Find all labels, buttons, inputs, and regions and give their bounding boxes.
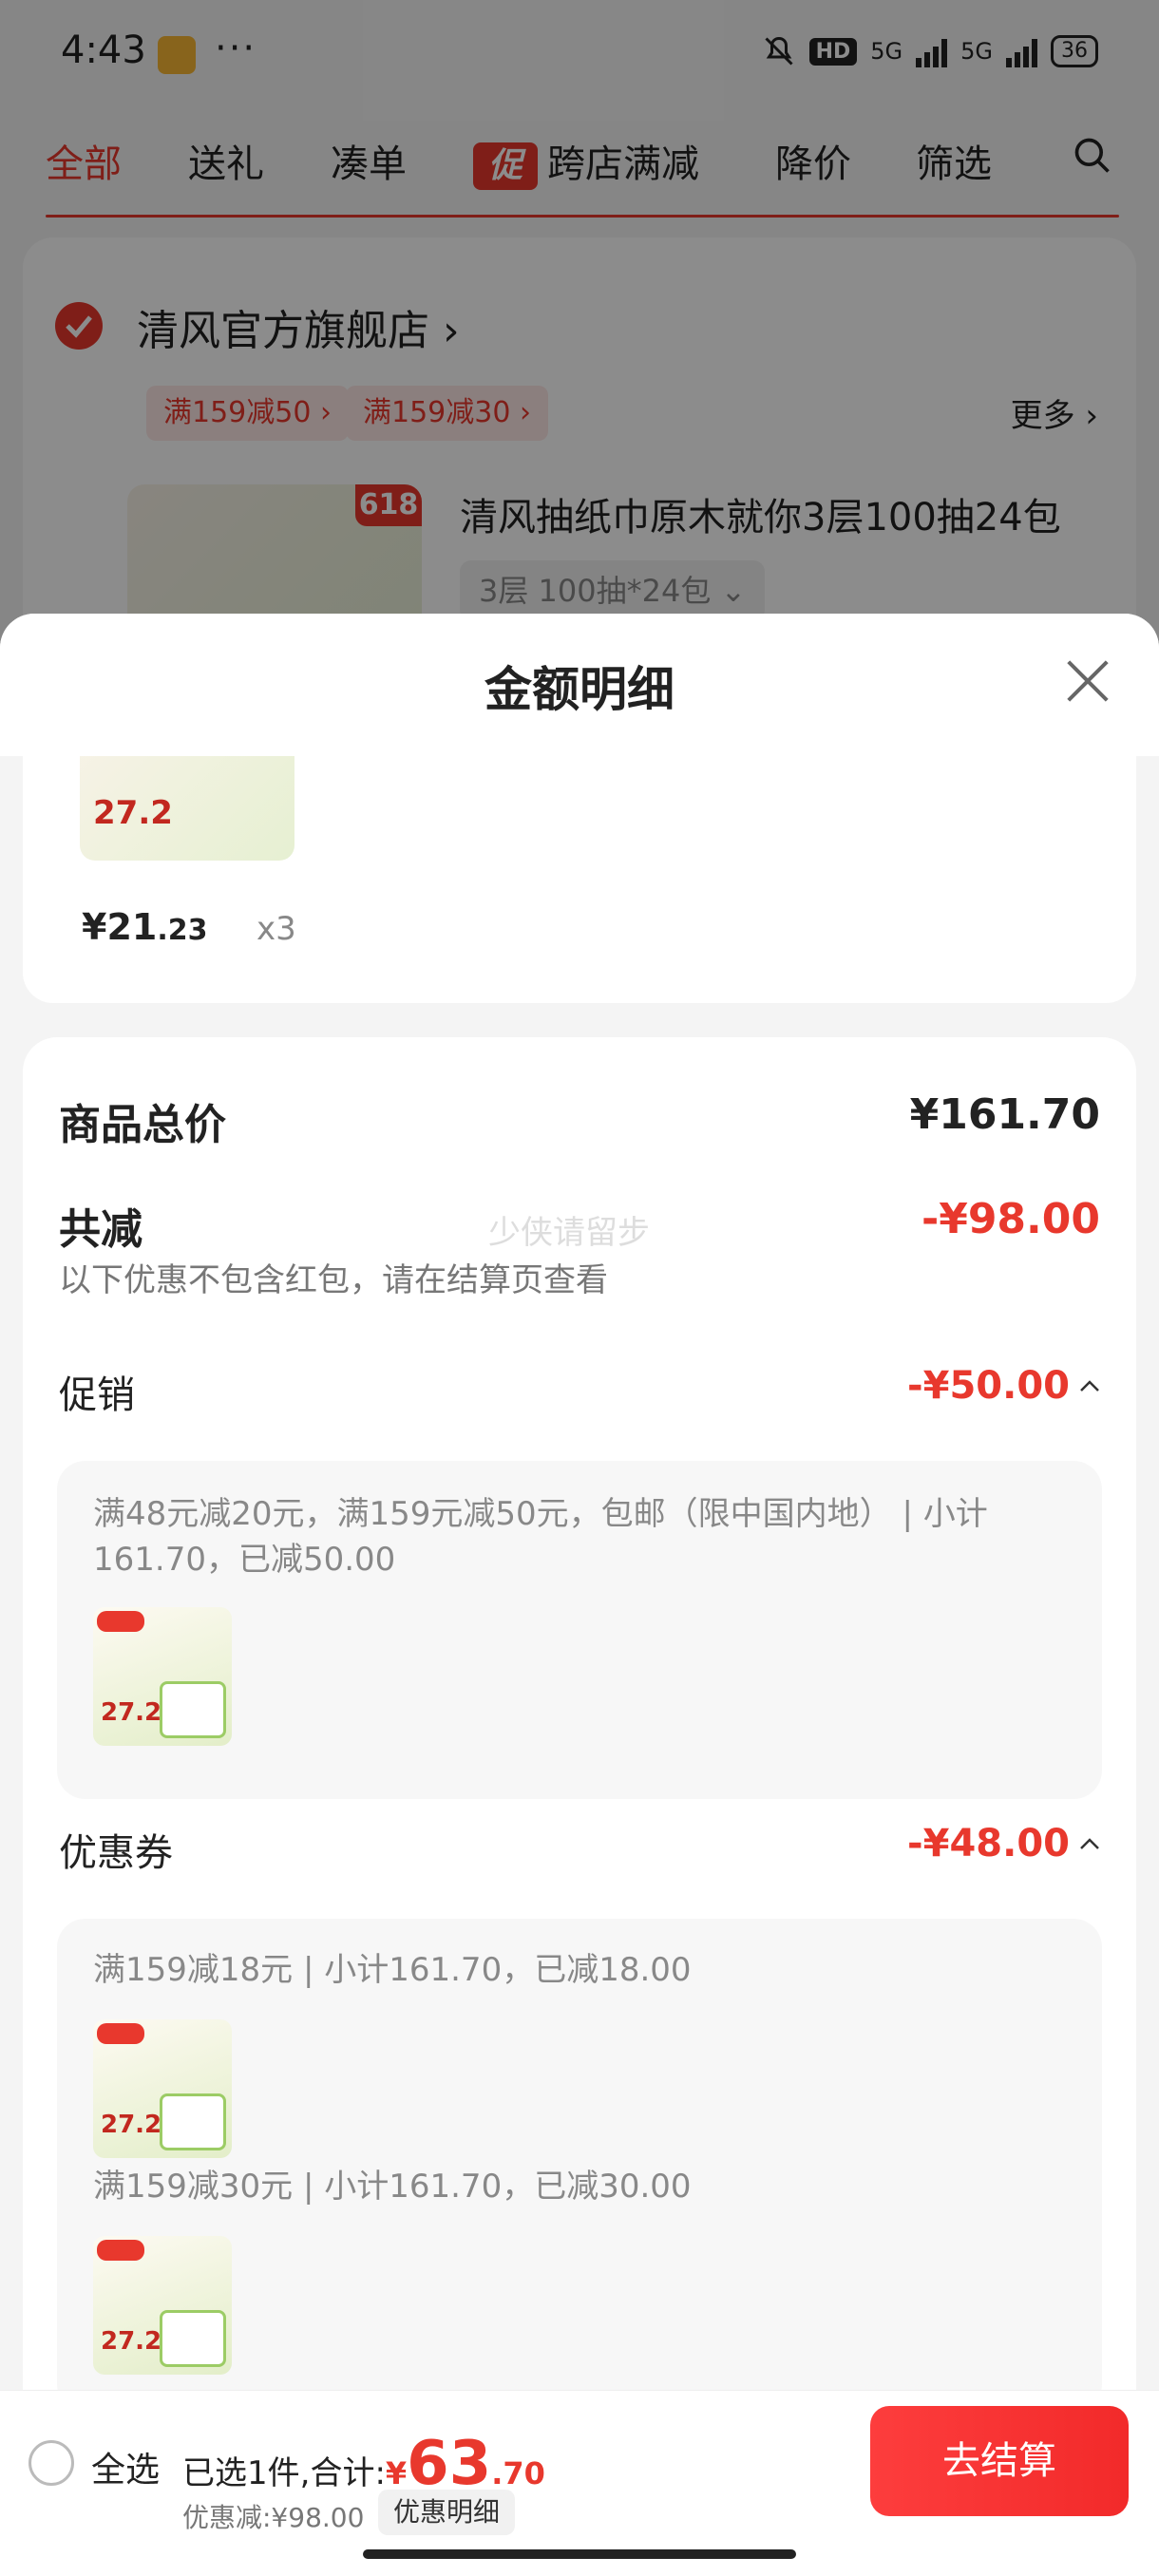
item-price-main: ¥21	[82, 906, 158, 948]
amount-detail-sheet: 金额明细 27.2 ¥21.23 x3 商品总价 ¥161.70 共减 -¥98…	[0, 614, 1159, 2576]
coupon-toggle[interactable]: -¥48.00	[907, 1822, 1100, 1866]
total-amount-cents: .70	[491, 2455, 545, 2491]
promo-toggle[interactable]: -¥50.00	[907, 1364, 1100, 1408]
coupon-value: -¥48.00	[907, 1822, 1070, 1866]
reduce-value: -¥98.00	[921, 1195, 1100, 1243]
price-summary-card: 商品总价 ¥161.70 共减 -¥98.00 少侠请留步 以下优惠不包含红包，…	[23, 1037, 1136, 2576]
thumb-price: 27.2	[101, 2111, 162, 2139]
coupon-product-thumb-1: 27.2	[93, 2019, 232, 2158]
modal-overlay[interactable]	[0, 0, 1159, 665]
item-price: ¥21.23	[82, 906, 207, 948]
sheet-header: 金额明细	[0, 614, 1159, 756]
discount-detail-button[interactable]: 优惠明细	[378, 2490, 516, 2535]
item-thumbnail: 27.2	[80, 756, 294, 861]
sheet-title: 金额明细	[484, 662, 674, 717]
coupon-detail-box: 满159减18元 | 小计161.70，已减18.00 27.2 满159减30…	[57, 1919, 1102, 2413]
reduce-label: 共减	[59, 1205, 142, 1254]
selected-count-text: 已选1件,合计:	[182, 2454, 386, 2492]
checkout-bar: 全选 已选1件,合计:¥63.70 优惠减:¥98.00 优惠明细 去结算	[0, 2390, 1159, 2576]
promo-product-thumb: 27.2	[93, 1607, 232, 1746]
thumb-tag	[97, 1611, 144, 1632]
thumb-pack	[160, 2093, 226, 2150]
item-thumb-price: 27.2	[93, 794, 173, 832]
home-indicator[interactable]	[363, 2549, 796, 2559]
coupon-product-thumb-2: 27.2	[93, 2236, 232, 2375]
checkout-button[interactable]: 去结算	[870, 2406, 1129, 2516]
watermark: 少侠请留步	[488, 1214, 650, 1252]
thumb-price: 27.2	[101, 2327, 162, 2356]
select-all-checkbox[interactable]	[28, 2440, 74, 2486]
thumb-price: 27.2	[101, 1698, 162, 1727]
chevron-up-icon	[1080, 1380, 1099, 1392]
item-price-cents: .23	[157, 914, 208, 947]
thumb-tag	[97, 2023, 144, 2044]
promo-value: -¥50.00	[907, 1364, 1070, 1408]
total-label: 商品总价	[59, 1101, 226, 1149]
promo-label: 促销	[59, 1373, 135, 1417]
item-card: 27.2 ¥21.23 x3	[23, 756, 1136, 1003]
close-icon[interactable]	[1062, 655, 1113, 707]
total-value: ¥161.70	[909, 1090, 1100, 1139]
thumb-pack	[160, 1681, 226, 1738]
coupon-detail-text-1: 满159减18元 | 小计161.70，已减18.00	[93, 1951, 692, 1989]
total-yen: ¥	[385, 2455, 408, 2491]
chevron-up-icon	[1080, 1838, 1099, 1849]
coupon-label: 优惠券	[59, 1831, 173, 1875]
coupon-detail-text-2: 满159减30元 | 小计161.70，已减30.00	[93, 2168, 692, 2206]
total-amount-int: 63	[407, 2429, 492, 2499]
thumb-tag	[97, 2240, 144, 2261]
thumb-pack	[160, 2310, 226, 2367]
select-all-label[interactable]: 全选	[91, 2442, 160, 2491]
item-quantity: x3	[256, 910, 296, 948]
discount-note: 以下优惠不包含红包，请在结算页查看	[59, 1261, 608, 1299]
promo-detail-text: 满48元减20元，满159元减50元，包邮（限中国内地） | 小计161.70，…	[93, 1495, 988, 1579]
saved-amount: 优惠减:¥98.00	[182, 2502, 365, 2533]
promo-detail-box: 满48元减20元，满159元减50元，包邮（限中国内地） | 小计161.70，…	[57, 1461, 1102, 1799]
order-summary: 已选1件,合计:¥63.70	[182, 2429, 545, 2499]
